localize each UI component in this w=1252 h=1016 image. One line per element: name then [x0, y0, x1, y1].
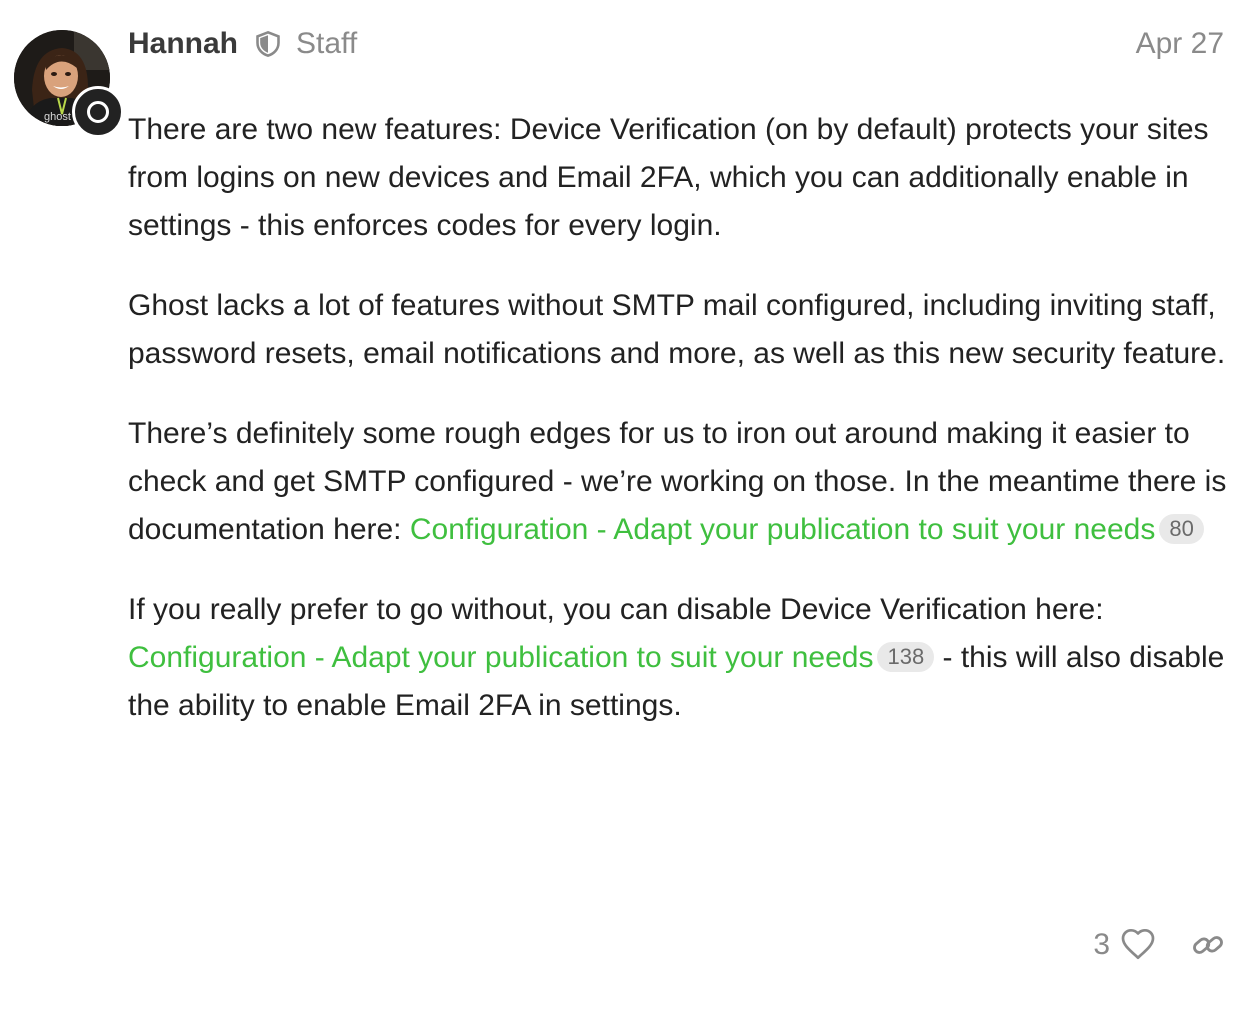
paragraph-3: There’s definitely some rough edges for … — [128, 410, 1228, 554]
username[interactable]: Hannah — [128, 27, 238, 61]
circle-icon — [87, 101, 109, 123]
config-link-2[interactable]: Configuration - Adapt your publication t… — [128, 641, 873, 674]
shield-icon — [254, 30, 282, 58]
paragraph-2: Ghost lacks a lot of features without SM… — [128, 289, 1226, 370]
user-title: Staff — [296, 27, 358, 60]
paragraph-1: There are two new features: Device Verif… — [128, 113, 1209, 242]
heart-icon[interactable] — [1118, 925, 1158, 965]
link-click-count: 80 — [1159, 514, 1204, 544]
post-date[interactable]: Apr 27 — [1136, 26, 1224, 62]
post-actions: 3 — [1093, 920, 1228, 970]
config-link-1[interactable]: Configuration - Adapt your publication t… — [410, 513, 1155, 546]
link-click-count: 138 — [877, 642, 935, 672]
post: ghost Hannah Staff Apr 27 There are two … — [0, 0, 1252, 1016]
avatar[interactable]: ghost — [14, 30, 124, 138]
like-count[interactable]: 3 — [1093, 928, 1110, 962]
avatar-shirt-text: ghost — [44, 111, 71, 123]
post-names: Hannah Staff — [128, 26, 357, 62]
paragraph-4: If you really prefer to go without, you … — [128, 586, 1228, 730]
paragraph-4-text: If you really prefer to go without, you … — [128, 593, 1104, 626]
post-body: There are two new features: Device Verif… — [128, 106, 1228, 762]
link-icon[interactable] — [1188, 925, 1228, 965]
avatar-flair — [72, 86, 124, 138]
